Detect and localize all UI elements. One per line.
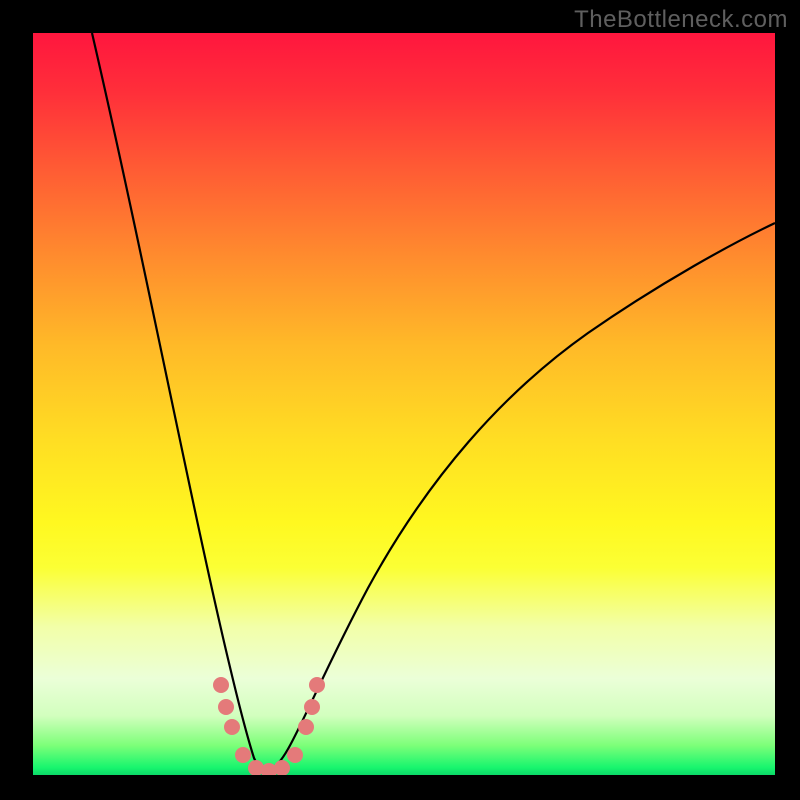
plot-area xyxy=(33,33,775,775)
marker-dot xyxy=(304,699,320,715)
marker-dot xyxy=(218,699,234,715)
curve-layer xyxy=(33,33,775,775)
watermark-text: TheBottleneck.com xyxy=(574,6,788,34)
marker-dot xyxy=(298,719,314,735)
marker-dot xyxy=(213,677,229,693)
marker-dot xyxy=(224,719,240,735)
marker-dot xyxy=(274,760,290,775)
curve-left-branch xyxy=(92,33,266,772)
curve-right-branch xyxy=(266,223,775,772)
marker-dot xyxy=(287,747,303,763)
chart-frame: TheBottleneck.com xyxy=(0,0,800,800)
marker-dot xyxy=(309,677,325,693)
marker-dot xyxy=(235,747,251,763)
marker-group xyxy=(213,677,325,775)
